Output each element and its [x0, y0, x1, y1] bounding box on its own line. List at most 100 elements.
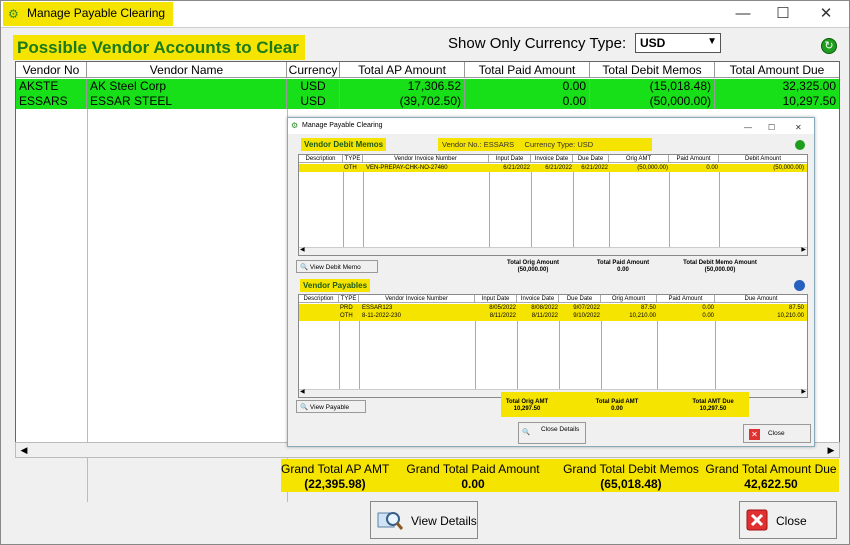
vendor-payables-heading: Vendor Payables [300, 279, 371, 292]
col-invoice-date[interactable]: Invoice Date [517, 295, 559, 303]
table-row[interactable]: ESSARS ESSAR STEEL USD (39,702.50) 0.00 … [16, 94, 839, 109]
vendor-payables-grid: Description TYPE Vendor Invoice Number I… [298, 294, 808, 398]
scroll-right-icon[interactable]: ▶ [823, 443, 839, 457]
cell-vendor-name: ESSAR STEEL [87, 94, 287, 109]
cell-total-debit: (50,000.00) [590, 94, 715, 109]
grand-total-due-value: 42,622.50 [744, 477, 798, 491]
col-total-due[interactable]: Total Amount Due [715, 62, 839, 78]
close-label: Close [776, 514, 807, 528]
scroll-left-icon[interactable]: ◀ [300, 388, 305, 395]
cell-due-amount: 87.50 [788, 305, 804, 311]
cell-invoice-date: 6/21/2022 [545, 165, 572, 171]
col-total-debit[interactable]: Total Debit Memos [590, 62, 715, 78]
column-divider [609, 172, 610, 247]
window-title-highlight: ⚙ Manage Payable Clearing [3, 2, 174, 26]
refresh-icon[interactable] [795, 140, 805, 150]
currency-select[interactable]: USD ▼ [635, 33, 721, 53]
close-icon [746, 509, 768, 531]
currency-filter-label: Show Only Currency Type: [448, 35, 627, 52]
debit-memos-heading: Vendor Debit Memos [301, 138, 387, 151]
cell-type: PRD [340, 305, 353, 311]
pay-total-due-value: 10,297.50 [699, 406, 727, 412]
col-vendor-invoice[interactable]: Vendor Invoice Number [363, 155, 489, 163]
view-payable-label: View Payable [309, 404, 350, 411]
col-vendor-no[interactable]: Vendor No [16, 62, 87, 78]
table-row[interactable]: PRD ESSAR123 8/05/2022 8/08/2022 9/07/20… [299, 304, 807, 312]
col-paid-amount[interactable]: Paid Amount [657, 295, 715, 303]
column-divider [343, 172, 344, 247]
horizontal-scrollbar[interactable]: ◀ ▶ [299, 247, 807, 255]
maximize-button[interactable]: ☐ [768, 4, 798, 24]
column-divider [669, 172, 670, 247]
debit-total-paid-value: 0.00 [617, 267, 629, 273]
cell-input-date: 8/11/2022 [489, 313, 516, 319]
col-description[interactable]: Description [299, 295, 339, 303]
close-button[interactable]: Close [739, 501, 837, 539]
app-icon: ⚙ [8, 7, 19, 21]
grand-total-ap-label: Grand Total AP AMT [281, 462, 390, 476]
scroll-left-icon[interactable]: ◀ [16, 443, 32, 457]
col-type[interactable]: TYPE [343, 155, 363, 163]
close-details-button[interactable]: 🔍 Close Details [518, 422, 586, 444]
debit-total-orig-value: (50,000.00) [517, 267, 549, 273]
col-due-amount[interactable]: Due Amount [715, 295, 807, 303]
col-input-date[interactable]: Input Date [475, 295, 517, 303]
cell-type: OTH [344, 165, 357, 171]
cell-total-due: 32,325.00 [782, 79, 836, 93]
inner-close-button[interactable]: ✕ Close [743, 424, 811, 443]
debit-total-memo-label: Total Debit Memo Amount [683, 260, 757, 266]
pay-total-paid-label: Total Paid AMT [595, 399, 639, 405]
refresh-icon[interactable]: ↻ [821, 38, 837, 54]
table-row[interactable]: OTH 8-11-2022-230 8/11/2022 8/11/2022 9/… [299, 312, 807, 320]
pay-total-due-label: Total AMT Due [692, 399, 734, 405]
close-window-button[interactable]: ✕ [795, 120, 802, 136]
col-due-date[interactable]: Due Date [559, 295, 601, 303]
refresh-icon[interactable] [794, 280, 805, 291]
minimize-button[interactable]: — [728, 4, 758, 24]
col-vendor-name[interactable]: Vendor Name [87, 62, 287, 78]
maximize-button[interactable]: ☐ [768, 120, 775, 136]
col-orig-amount[interactable]: Orig Amount [601, 295, 657, 303]
col-total-paid[interactable]: Total Paid Amount [465, 62, 590, 78]
cell-input-date: 8/05/2022 [489, 305, 516, 311]
currency-select-value: USD [640, 36, 666, 50]
col-paid-amount[interactable]: Paid Amount [669, 155, 719, 163]
col-input-date[interactable]: Input Date [489, 155, 531, 163]
cell-invoice-date: 8/08/2022 [531, 305, 558, 311]
col-vendor-invoice[interactable]: Vendor Invoice Number [359, 295, 475, 303]
cell-orig-amount: 10,210.00 [629, 313, 656, 319]
magnifier-icon: 🔍 [522, 429, 531, 436]
col-type[interactable]: TYPE [339, 295, 359, 303]
column-divider [657, 321, 658, 389]
cell-total-paid: 0.00 [465, 94, 590, 109]
col-total-ap[interactable]: Total AP Amount [340, 62, 465, 78]
col-due-date[interactable]: Due Date [573, 155, 609, 163]
view-payable-button[interactable]: 🔍 View Payable [296, 400, 366, 413]
view-debit-memo-button[interactable]: 🔍 View Debit Memo [296, 260, 378, 273]
details-window: ⚙ Manage Payable Clearing — ☐ ✕ Vendor D… [287, 117, 815, 447]
debit-total-paid: Total Paid Amount 0.00 [588, 260, 658, 274]
grand-total-due: Grand Total Amount Due 42,622.50 [705, 462, 837, 491]
table-row[interactable]: OTH VEN-PREPAY-CHK-NO-27460 6/21/2022 6/… [299, 164, 807, 172]
scroll-right-icon[interactable]: ▶ [801, 388, 806, 395]
cell-debit-amount: (50,000.00) [773, 165, 804, 171]
col-orig-amt[interactable]: Orig AMT [609, 155, 669, 163]
cell-currency: USD [287, 94, 340, 109]
scroll-right-icon[interactable]: ▶ [801, 246, 806, 253]
minimize-button[interactable]: — [744, 120, 752, 136]
grand-total-debit-value: (65,018.48) [600, 477, 662, 491]
col-description[interactable]: Description [299, 155, 343, 163]
scroll-left-icon[interactable]: ◀ [300, 246, 305, 253]
col-invoice-date[interactable]: Invoice Date [531, 155, 573, 163]
col-debit-amount[interactable]: Debit Amount [719, 155, 807, 163]
col-currency[interactable]: Currency [287, 62, 340, 78]
close-window-button[interactable]: ✕ [811, 4, 841, 24]
details-title-bar: ⚙ Manage Payable Clearing — ☐ ✕ [288, 118, 814, 134]
table-row[interactable]: AKSTE AK Steel Corp USD 17,306.52 0.00 (… [16, 79, 839, 94]
column-divider [573, 172, 574, 247]
cell-input-date: 6/21/2022 [503, 165, 530, 171]
view-debit-memo-label: View Debit Memo [309, 264, 361, 271]
view-details-button[interactable]: View Details [370, 501, 478, 539]
cell-total-debit: (15,018.48) [590, 79, 715, 94]
cell-due-amount: 10,210.00 [777, 313, 804, 319]
